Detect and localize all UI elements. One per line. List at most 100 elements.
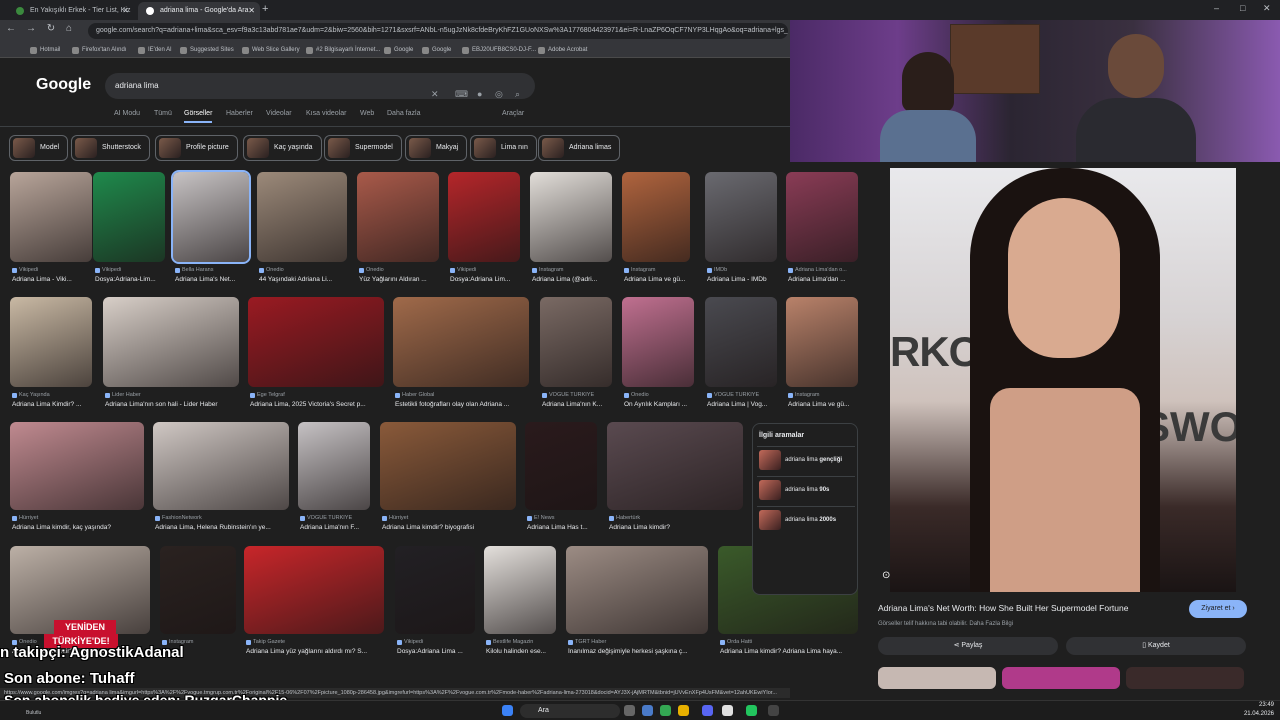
- image-result[interactable]: IMDb Adriana Lima - IMDb: [705, 172, 777, 286]
- app-icon[interactable]: [642, 705, 653, 716]
- image-result[interactable]: Onedio 44 Yaşındaki Adriana Li...: [257, 172, 347, 286]
- new-tab-icon[interactable]: +: [262, 3, 268, 15]
- tab-videos[interactable]: Videolar: [266, 110, 292, 117]
- back-icon[interactable]: ←: [4, 23, 18, 34]
- reload-icon[interactable]: ↻: [44, 23, 58, 34]
- result-thumbnail[interactable]: [171, 170, 251, 264]
- image-result[interactable]: Onedio Yüz Yağlarını Aldıran ...: [357, 172, 439, 286]
- forward-icon[interactable]: →: [24, 23, 38, 34]
- search-icon[interactable]: ⌕: [515, 81, 520, 107]
- windows-start-icon[interactable]: [502, 705, 513, 716]
- image-result[interactable]: VOGUE TÜRKİYE Adriana Lima'nın F...: [298, 422, 370, 534]
- result-thumbnail[interactable]: [10, 297, 92, 387]
- related-preview-thumb[interactable]: [1002, 667, 1120, 689]
- result-title[interactable]: Adriana Lima'nın son hali - Lider Haber: [105, 401, 239, 408]
- tab-short-videos[interactable]: Kısa videolar: [306, 110, 346, 117]
- home-icon[interactable]: ⌂: [62, 23, 76, 34]
- chip-model[interactable]: Model: [9, 135, 69, 161]
- result-thumbnail[interactable]: [705, 297, 777, 387]
- result-thumbnail[interactable]: [525, 422, 597, 510]
- result-title[interactable]: Adriana Lima kimdir?: [609, 524, 743, 531]
- result-title[interactable]: Adriana Lima Has t...: [527, 524, 597, 531]
- image-result[interactable]: Instagram: [160, 546, 236, 658]
- bookmark-item[interactable]: EBJ20UFB8CS0-DJ-F...: [462, 44, 536, 56]
- result-title[interactable]: Adriana Lima kimdir? Adriana Lima haya..…: [720, 648, 858, 655]
- tab-all[interactable]: Tümü: [154, 110, 172, 117]
- image-result[interactable]: Hürriyet Adriana Lima kimdir, kaç yaşında…: [10, 422, 144, 534]
- result-thumbnail[interactable]: [393, 297, 529, 387]
- result-title[interactable]: Adriana Lima kimdir, kaç yaşında?: [12, 524, 144, 531]
- result-title[interactable]: Dosya:Adriana Lima ...: [397, 648, 475, 655]
- result-thumbnail[interactable]: [10, 422, 144, 510]
- close-tab-icon[interactable]: ✕: [248, 2, 255, 20]
- result-thumbnail[interactable]: [622, 297, 694, 387]
- save-button[interactable]: ▯ Kaydet: [1066, 637, 1246, 655]
- url-field[interactable]: google.com/search?q=adriana+lima&sca_esv…: [88, 23, 788, 39]
- result-thumbnail[interactable]: [705, 172, 777, 262]
- image-result[interactable]: Hürriyet Adriana Lima kimdir? biyografisi: [380, 422, 516, 534]
- tab-news[interactable]: Haberler: [226, 110, 253, 117]
- result-thumbnail[interactable]: [566, 546, 708, 634]
- result-thumbnail[interactable]: [530, 172, 612, 262]
- visit-button[interactable]: Ziyaret et ›: [1189, 600, 1247, 618]
- result-thumbnail[interactable]: [484, 546, 556, 634]
- chip-shutterstock[interactable]: Shutterstock: [71, 135, 150, 161]
- search-input[interactable]: adriana lima ✕ ⌨ ● ◎ ⌕: [105, 73, 535, 99]
- mic-icon[interactable]: ●: [477, 81, 482, 107]
- tab-ai-mode[interactable]: AI Modu: [114, 110, 140, 117]
- preview-title[interactable]: Adriana Lima's Net Worth: How She Built …: [878, 603, 1128, 613]
- image-result[interactable]: Takip Gazete Adriana Lima yüz yağlarını a…: [244, 546, 384, 658]
- chrome-icon[interactable]: [660, 705, 671, 716]
- image-result[interactable]: Kaç Yaşında Adriana Lima Kimdir? ...: [10, 297, 92, 411]
- image-result[interactable]: VOGUE TÜRKİYE Adriana Lima'nın K...: [540, 297, 612, 411]
- image-result[interactable]: Vikipedi Dosya:Adriana Lim...: [448, 172, 520, 286]
- result-title[interactable]: İnanılmaz değişimiyle herkesi şaşkına ç.…: [568, 648, 708, 655]
- result-thumbnail[interactable]: [380, 422, 516, 510]
- result-title[interactable]: Adriana Lima ve gü...: [788, 401, 858, 408]
- clear-icon[interactable]: ✕: [431, 81, 439, 107]
- result-title[interactable]: Adriana Lima kimdir? biyografisi: [382, 524, 516, 531]
- lens-search-icon[interactable]: ⊙: [882, 570, 890, 581]
- chip-adriana-limas[interactable]: Adriana limas: [538, 135, 621, 161]
- result-title[interactable]: Adriana Lima ve gü...: [624, 276, 690, 283]
- result-title[interactable]: Adriana Lima'nın K...: [542, 401, 612, 408]
- bookmark-item[interactable]: Hotmail: [30, 44, 60, 56]
- result-title[interactable]: Adriana Lima'dan ...: [788, 276, 858, 283]
- image-result[interactable]: Vikipedi Adriana Lima - Viki...: [10, 172, 92, 286]
- result-thumbnail[interactable]: [10, 172, 92, 262]
- related-preview-thumb[interactable]: [1126, 667, 1244, 689]
- preview-image[interactable]: RKCICLE. SWOR: [890, 168, 1236, 592]
- related-item-2000s[interactable]: adriana lima 2000s: [757, 506, 855, 532]
- tab-google-search[interactable]: adriana lima - Google'da Ara ✕: [138, 2, 260, 20]
- keyboard-icon[interactable]: ⌨: [455, 81, 468, 107]
- image-result[interactable]: Vikipedi Dosya:Adriana Lima ...: [395, 546, 475, 658]
- chip-makeup[interactable]: Makyaj: [405, 135, 468, 161]
- result-thumbnail[interactable]: [357, 172, 439, 262]
- clock-time[interactable]: 23:49: [1226, 702, 1274, 708]
- result-thumbnail[interactable]: [786, 172, 858, 262]
- result-title[interactable]: Adriana Lima (@adri...: [532, 276, 612, 283]
- bookmark-item[interactable]: IE'den Al: [138, 44, 172, 56]
- result-thumbnail[interactable]: [540, 297, 612, 387]
- result-thumbnail[interactable]: [786, 297, 858, 387]
- result-title[interactable]: Adriana Lima, 2025 Victoria's Secret p..…: [250, 401, 384, 408]
- bookmark-item[interactable]: Adobe Acrobat: [538, 44, 587, 56]
- result-thumbnail[interactable]: [160, 546, 236, 634]
- chip-lima-nin[interactable]: Lima nın: [470, 135, 537, 161]
- result-title[interactable]: Adriana Lima Kimdir? ...: [12, 401, 92, 408]
- lens-icon[interactable]: ◎: [495, 81, 503, 107]
- folder-icon[interactable]: [678, 705, 689, 716]
- image-result[interactable]: Instagram Adriana Lima ve gü...: [622, 172, 690, 286]
- chip-supermodel[interactable]: Supermodel: [324, 135, 402, 161]
- image-result[interactable]: E! News Adriana Lima Has t...: [525, 422, 597, 534]
- tab-tools[interactable]: Araçlar: [502, 110, 524, 117]
- tab-tier-list[interactable]: En Yakışıklı Erkek - Tier List, Kiz ✕: [8, 2, 134, 20]
- related-item-90s[interactable]: adriana lima 90s: [757, 476, 855, 502]
- bookmark-item[interactable]: Google: [384, 44, 413, 56]
- result-thumbnail[interactable]: [153, 422, 289, 510]
- image-result[interactable]: Lider Haber Adriana Lima'nın son hali - L…: [103, 297, 239, 411]
- result-title[interactable]: Dosya:Adriana Lim...: [450, 276, 520, 283]
- image-result[interactable]: Adriana Lima'dan o... Adriana Lima'dan ..…: [786, 172, 858, 286]
- tab-more[interactable]: Daha fazla: [387, 110, 420, 117]
- related-item-youth[interactable]: adriana lima gençliği: [757, 446, 855, 472]
